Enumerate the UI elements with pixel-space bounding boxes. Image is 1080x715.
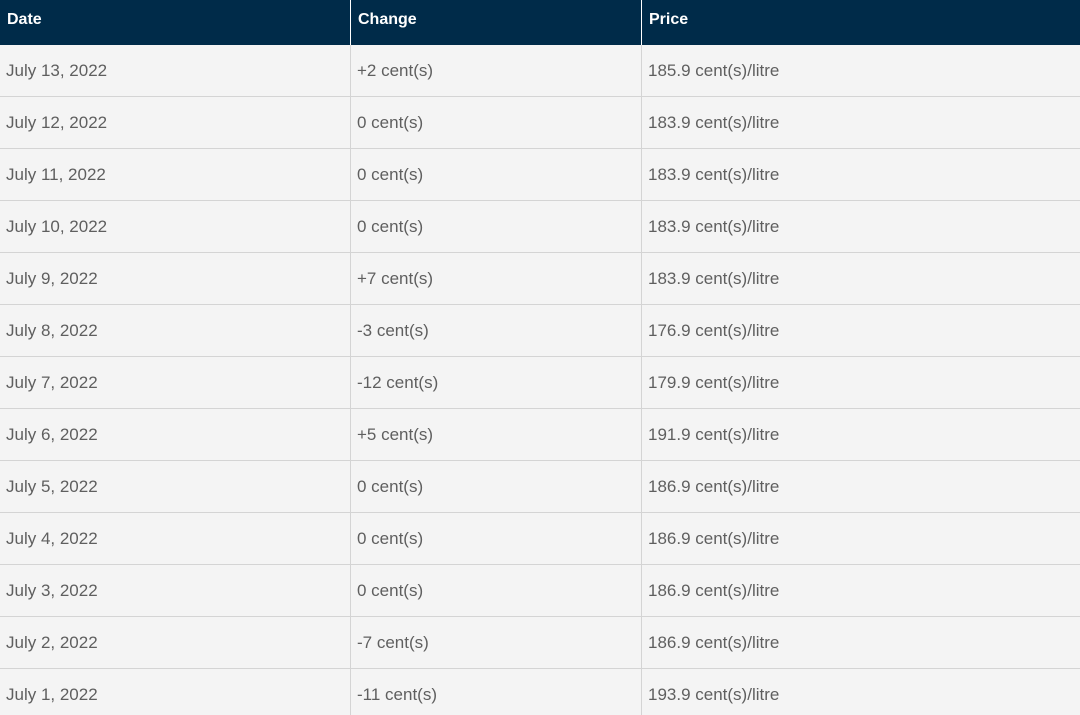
date-cell: July 12, 2022 xyxy=(0,97,351,148)
table-header: Date Change Price xyxy=(0,0,1080,45)
price-cell: 186.9 cent(s)/litre xyxy=(648,633,780,652)
date-cell: July 13, 2022 xyxy=(0,45,351,96)
date-cell: July 10, 2022 xyxy=(0,201,351,252)
table-body: July 13, 2022 +2 cent(s) 185.9 cent(s)/l… xyxy=(0,45,1080,715)
change-cell: -12 cent(s) xyxy=(351,357,642,408)
price-history-table: Date Change Price July 13, 2022 +2 cent(… xyxy=(0,0,1080,715)
date-cell: July 5, 2022 xyxy=(0,461,351,512)
price-cell: 193.9 cent(s)/litre xyxy=(648,685,780,704)
date-cell: July 11, 2022 xyxy=(0,149,351,200)
price-cell: 183.9 cent(s)/litre xyxy=(648,165,780,184)
table-row: July 4, 2022 0 cent(s) 186.9 cent(s)/lit… xyxy=(0,513,1080,565)
price-cell: 179.9 cent(s)/litre xyxy=(648,373,780,392)
table-row: July 12, 2022 0 cent(s) 183.9 cent(s)/li… xyxy=(0,97,1080,149)
table-row: July 13, 2022 +2 cent(s) 185.9 cent(s)/l… xyxy=(0,45,1080,97)
price-cell: 183.9 cent(s)/litre xyxy=(648,269,780,288)
table-row: July 8, 2022 -3 cent(s) 176.9 cent(s)/li… xyxy=(0,305,1080,357)
change-cell: 0 cent(s) xyxy=(351,97,642,148)
price-cell: 186.9 cent(s)/litre xyxy=(648,477,780,496)
change-cell: -11 cent(s) xyxy=(351,669,642,715)
date-cell: July 1, 2022 xyxy=(0,669,351,715)
price-cell: 191.9 cent(s)/litre xyxy=(648,425,780,444)
price-cell: 176.9 cent(s)/litre xyxy=(648,321,780,340)
table-row: July 6, 2022 +5 cent(s) 191.9 cent(s)/li… xyxy=(0,409,1080,461)
header-change: Change xyxy=(351,0,642,45)
price-cell: 185.9 cent(s)/litre xyxy=(648,61,780,80)
table-row: July 7, 2022 -12 cent(s) 179.9 cent(s)/l… xyxy=(0,357,1080,409)
change-cell: 0 cent(s) xyxy=(351,565,642,616)
price-cell: 183.9 cent(s)/litre xyxy=(648,217,780,236)
change-cell: 0 cent(s) xyxy=(351,149,642,200)
date-cell: July 3, 2022 xyxy=(0,565,351,616)
change-cell: 0 cent(s) xyxy=(351,513,642,564)
table-row: July 5, 2022 0 cent(s) 186.9 cent(s)/lit… xyxy=(0,461,1080,513)
price-cell: 183.9 cent(s)/litre xyxy=(648,113,780,132)
date-cell: July 2, 2022 xyxy=(0,617,351,668)
change-cell: -3 cent(s) xyxy=(351,305,642,356)
price-cell: 186.9 cent(s)/litre xyxy=(648,529,780,548)
table-row: July 9, 2022 +7 cent(s) 183.9 cent(s)/li… xyxy=(0,253,1080,305)
table-row: July 1, 2022 -11 cent(s) 193.9 cent(s)/l… xyxy=(0,669,1080,715)
change-cell: +7 cent(s) xyxy=(351,253,642,304)
table-row: July 10, 2022 0 cent(s) 183.9 cent(s)/li… xyxy=(0,201,1080,253)
table-row: July 3, 2022 0 cent(s) 186.9 cent(s)/lit… xyxy=(0,565,1080,617)
date-cell: July 7, 2022 xyxy=(0,357,351,408)
table-row: July 11, 2022 0 cent(s) 183.9 cent(s)/li… xyxy=(0,149,1080,201)
change-cell: -7 cent(s) xyxy=(351,617,642,668)
header-price: Price xyxy=(649,11,689,28)
price-cell: 186.9 cent(s)/litre xyxy=(648,581,780,600)
change-cell: +5 cent(s) xyxy=(351,409,642,460)
change-cell: 0 cent(s) xyxy=(351,201,642,252)
date-cell: July 8, 2022 xyxy=(0,305,351,356)
date-cell: July 9, 2022 xyxy=(0,253,351,304)
change-cell: +2 cent(s) xyxy=(351,45,642,96)
change-cell: 0 cent(s) xyxy=(351,461,642,512)
date-cell: July 6, 2022 xyxy=(0,409,351,460)
header-date: Date xyxy=(0,0,351,45)
date-cell: July 4, 2022 xyxy=(0,513,351,564)
table-row: July 2, 2022 -7 cent(s) 186.9 cent(s)/li… xyxy=(0,617,1080,669)
